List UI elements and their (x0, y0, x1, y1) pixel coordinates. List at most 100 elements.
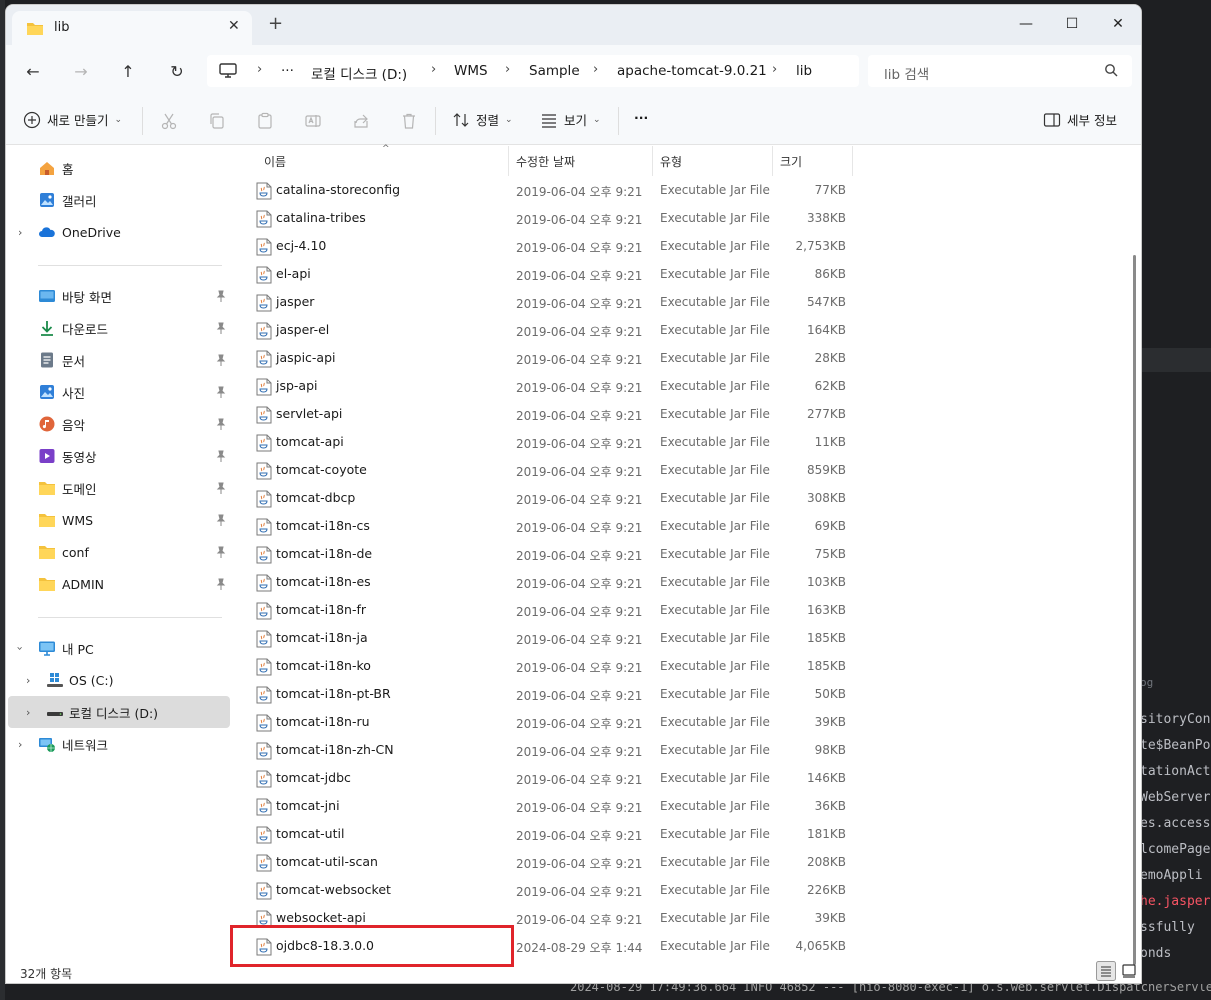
view-button[interactable]: 보기 ⌄ (540, 110, 601, 129)
sort-button[interactable]: 정렬 ⌄ (452, 110, 513, 129)
sidebar-item-conf[interactable]: conf (6, 536, 230, 568)
file-row[interactable]: catalina-tribes 2019-06-04 오후 9:21 Executa… (238, 204, 858, 232)
file-row[interactable]: tomcat-websocket 2019-06-04 오후 9:21 Execut… (238, 876, 858, 904)
file-size: 185KB (806, 631, 846, 645)
file-name: catalina-storeconfig (276, 182, 400, 197)
file-date: 2019-06-04 오후 9:21 (516, 717, 643, 731)
copy-icon[interactable] (208, 112, 226, 130)
details-view-icon[interactable] (1096, 961, 1116, 981)
sort-ascending-icon: ^ (382, 144, 390, 154)
file-row[interactable]: tomcat-i18n-ja 2019-06-04 오후 9:21 Executab… (238, 624, 858, 652)
sidebar-item-pictures[interactable]: 사진 (6, 376, 230, 408)
file-date: 2019-06-04 오후 9:21 (516, 745, 643, 759)
rename-icon[interactable] (304, 112, 322, 130)
sidebar-item-drive-d[interactable]: › 로컬 디스크 (D:) (8, 696, 230, 728)
back-arrow-icon[interactable]: ← (22, 61, 44, 83)
tab-close-icon[interactable]: ✕ (228, 18, 240, 34)
file-row[interactable]: jsp-api 2019-06-04 오후 9:21 Executable Jar … (238, 372, 858, 400)
file-row[interactable]: ecj-4.10 2019-06-04 오후 9:21 Executable Jar… (238, 232, 858, 260)
file-type: Executable Jar File (660, 463, 770, 477)
sidebar-item-network[interactable]: › 네트워크 (6, 728, 230, 760)
share-icon[interactable] (352, 112, 370, 130)
sidebar-item-gallery[interactable]: 갤러리 (6, 184, 230, 216)
file-row[interactable]: tomcat-util 2019-06-04 오후 9:21 Executable … (238, 820, 858, 848)
sidebar-item-wms[interactable]: WMS (6, 504, 230, 536)
sidebar-item-music[interactable]: 음악 (6, 408, 230, 440)
column-header-date[interactable]: 수정한 날짜 (516, 153, 575, 170)
chevron-right-icon[interactable]: › (26, 706, 30, 719)
file-row[interactable]: tomcat-i18n-cs 2019-06-04 오후 9:21 Executab… (238, 512, 858, 540)
file-row[interactable]: tomcat-i18n-ru 2019-06-04 오후 9:21 Executab… (238, 708, 858, 736)
sidebar-item-desktop[interactable]: 바탕 화면 (6, 280, 230, 312)
column-divider[interactable] (508, 146, 509, 176)
tab-lib[interactable]: lib ✕ (12, 11, 252, 45)
sidebar-item-this-pc[interactable]: › 내 PC (6, 632, 230, 664)
breadcrumb-lib[interactable]: lib (796, 63, 812, 79)
file-row[interactable]: tomcat-i18n-es 2019-06-04 오후 9:21 Executab… (238, 568, 858, 596)
file-type: Executable Jar File (660, 351, 770, 365)
chevron-right-icon[interactable]: › (18, 226, 22, 239)
file-row[interactable]: jasper 2019-06-04 오후 9:21 Executable Jar F… (238, 288, 858, 316)
maximize-button[interactable]: ☐ (1049, 11, 1095, 39)
paste-icon[interactable] (256, 112, 274, 130)
up-arrow-icon[interactable]: ↑ (117, 61, 139, 83)
breadcrumb-sample[interactable]: Sample (529, 63, 580, 79)
delete-icon[interactable] (400, 112, 418, 130)
file-row[interactable]: jaspic-api 2019-06-04 오후 9:21 Executable J… (238, 344, 858, 372)
column-divider[interactable] (772, 146, 773, 176)
breadcrumb-drive-d[interactable]: 로컬 디스크 (D:) (311, 63, 407, 83)
new-tab-icon[interactable]: + (268, 15, 283, 33)
file-row[interactable]: tomcat-api 2019-06-04 오후 9:21 Executable J… (238, 428, 858, 456)
address-bar[interactable]: › ··· 로컬 디스크 (D:) › WMS › Sample › apach… (207, 55, 859, 87)
column-divider[interactable] (852, 146, 853, 176)
more-options-button[interactable]: ··· (634, 110, 648, 125)
sidebar-item-home[interactable]: 홈 (6, 152, 230, 184)
search-box[interactable]: lib 검색 (868, 55, 1132, 87)
breadcrumb-tomcat[interactable]: apache-tomcat-9.0.21 (617, 63, 767, 79)
sidebar-network-label: 네트워크 (62, 737, 109, 753)
file-row[interactable]: tomcat-util-scan 2019-06-04 오후 9:21 Execut… (238, 848, 858, 876)
column-header-type[interactable]: 유형 (660, 153, 682, 170)
file-row[interactable]: tomcat-coyote 2019-06-04 오후 9:21 Executabl… (238, 456, 858, 484)
column-divider[interactable] (652, 146, 653, 176)
sidebar-item-admin[interactable]: ADMIN (6, 568, 230, 600)
file-row[interactable]: tomcat-jni 2019-06-04 오후 9:21 Executable J… (238, 792, 858, 820)
vertical-scrollbar[interactable] (1133, 255, 1136, 965)
close-button[interactable]: ✕ (1095, 11, 1141, 39)
chevron-right-icon[interactable]: › (18, 738, 22, 751)
jar-file-icon (256, 238, 272, 256)
file-size: 39KB (814, 715, 846, 729)
details-pane-button[interactable]: 세부 정보 (1043, 110, 1117, 129)
sidebar-item-domain[interactable]: 도메인 (6, 472, 230, 504)
breadcrumb-more[interactable]: ··· (281, 63, 294, 79)
tiles-view-icon[interactable] (1119, 961, 1139, 981)
file-row[interactable]: tomcat-i18n-fr 2019-06-04 오후 9:21 Executab… (238, 596, 858, 624)
sidebar-item-onedrive[interactable]: › OneDrive (6, 216, 230, 248)
sidebar-item-documents[interactable]: 문서 (6, 344, 230, 376)
refresh-icon[interactable]: ↻ (166, 61, 188, 83)
file-row[interactable]: tomcat-i18n-zh-CN 2019-06-04 오후 9:21 Execu… (238, 736, 858, 764)
cut-icon[interactable] (160, 112, 178, 130)
file-row[interactable]: catalina-storeconfig 2019-06-04 오후 9:21 Ex… (238, 176, 858, 204)
chevron-down-icon: ⌄ (505, 114, 513, 125)
forward-arrow-icon[interactable]: → (70, 61, 92, 83)
file-row[interactable]: jasper-el 2019-06-04 오후 9:21 Executable Ja… (238, 316, 858, 344)
file-row[interactable]: tomcat-jdbc 2019-06-04 오후 9:21 Executable … (238, 764, 858, 792)
minimize-button[interactable]: — (1003, 11, 1049, 39)
file-row[interactable]: el-api 2019-06-04 오후 9:21 Executable Jar F… (238, 260, 858, 288)
chevron-down-icon[interactable]: › (14, 646, 27, 650)
new-button[interactable]: 새로 만들기 ⌄ (23, 110, 122, 129)
column-header-name[interactable]: 이름 (264, 153, 286, 170)
column-header-size[interactable]: 크기 (780, 153, 802, 170)
sidebar-item-drive-c[interactable]: › OS (C:) (6, 664, 230, 696)
sidebar-item-downloads[interactable]: 다운로드 (6, 312, 230, 344)
sidebar-item-videos[interactable]: 동영상 (6, 440, 230, 472)
file-row[interactable]: tomcat-i18n-pt-BR 2019-06-04 오후 9:21 Execu… (238, 680, 858, 708)
chevron-right-icon[interactable]: › (26, 674, 30, 687)
file-row[interactable]: tomcat-i18n-ko 2019-06-04 오후 9:21 Executab… (238, 652, 858, 680)
file-row[interactable]: servlet-api 2019-06-04 오후 9:21 Executable … (238, 400, 858, 428)
breadcrumb-wms[interactable]: WMS (454, 63, 488, 79)
file-row[interactable]: tomcat-i18n-de 2019-06-04 오후 9:21 Executab… (238, 540, 858, 568)
file-row[interactable]: tomcat-dbcp 2019-06-04 오후 9:21 Executable … (238, 484, 858, 512)
file-date: 2019-06-04 오후 9:21 (516, 801, 643, 815)
